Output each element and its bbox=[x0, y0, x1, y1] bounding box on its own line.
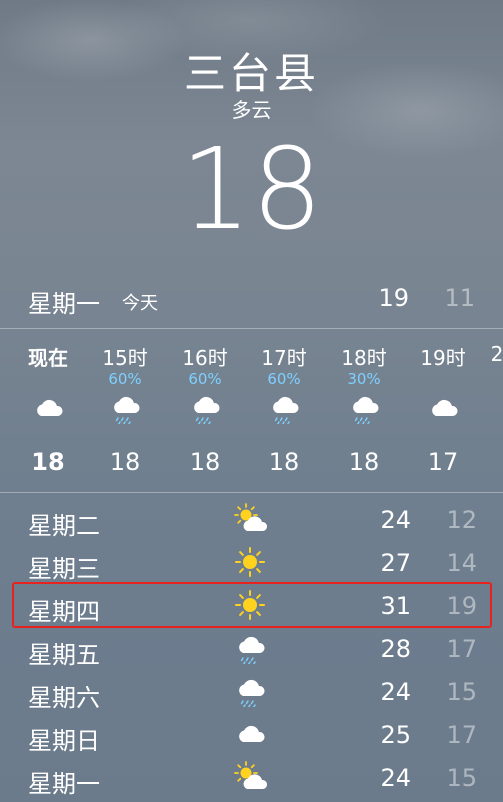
hourly-forecast-strip[interactable]: 现在 18 15时 60% 18 16时 60% 18 17时 60% 18 1… bbox=[0, 330, 503, 492]
rain-cloud-icon bbox=[234, 632, 270, 666]
current-temperature: 18 bbox=[180, 125, 323, 255]
city-name: 三台县 bbox=[183, 49, 319, 98]
daily-row: 星期三 27 14 bbox=[0, 541, 503, 584]
hour-label: 18时 bbox=[341, 346, 387, 370]
day-name: 星期三 bbox=[28, 555, 100, 583]
day-low: 17 bbox=[446, 721, 477, 749]
day-low: 12 bbox=[446, 506, 477, 534]
hour-label: 17时 bbox=[261, 346, 307, 370]
hour-temp: 18 bbox=[189, 448, 221, 476]
hourly-item: 15时 60% 18 bbox=[85, 330, 165, 492]
cloud-icon bbox=[427, 392, 459, 424]
hourly-item-partial: 2 bbox=[457, 330, 503, 492]
rain-cloud-icon bbox=[109, 392, 141, 426]
divider bbox=[0, 492, 503, 493]
day-name: 星期六 bbox=[28, 684, 100, 712]
daily-row: 星期五 28 17 bbox=[0, 627, 503, 670]
partly-sunny-icon bbox=[234, 761, 270, 793]
daily-row: 星期一 24 15 bbox=[0, 756, 503, 799]
rain-cloud-icon bbox=[268, 392, 300, 426]
sun-icon bbox=[234, 546, 270, 578]
today-label: 今天 bbox=[122, 293, 158, 314]
hour-label: 16时 bbox=[182, 346, 228, 370]
daily-row: 星期六 24 15 bbox=[0, 670, 503, 713]
day-name: 星期日 bbox=[28, 727, 100, 755]
daily-row: 星期二 24 12 bbox=[0, 498, 503, 541]
day-high: 27 bbox=[380, 549, 411, 577]
daily-row: 星期日 25 17 bbox=[0, 713, 503, 756]
day-low: 15 bbox=[446, 678, 477, 706]
today-summary-row: 星期一 今天 19 11 bbox=[28, 280, 475, 318]
day-name: 星期二 bbox=[28, 512, 100, 540]
precip-chance: 30% bbox=[347, 370, 381, 388]
rain-cloud-icon bbox=[234, 675, 270, 709]
hourly-item: 现在 18 bbox=[8, 330, 88, 492]
day-high: 24 bbox=[380, 764, 411, 792]
day-low: 15 bbox=[446, 764, 477, 792]
precip-chance: 60% bbox=[267, 370, 301, 388]
rain-cloud-icon bbox=[348, 392, 380, 426]
day-high: 28 bbox=[380, 635, 411, 663]
precip-chance: 60% bbox=[188, 370, 222, 388]
today-low: 11 bbox=[444, 284, 475, 312]
divider bbox=[0, 328, 503, 329]
rain-cloud-icon bbox=[189, 392, 221, 426]
hour-temp: 18 bbox=[268, 448, 300, 476]
cloud-icon bbox=[234, 718, 270, 750]
day-high: 25 bbox=[380, 721, 411, 749]
partly-sunny-icon bbox=[234, 503, 270, 535]
hour-label: 2 bbox=[490, 342, 503, 366]
precip-chance: 60% bbox=[108, 370, 142, 388]
hour-temp: 18 bbox=[31, 448, 65, 476]
day-low: 17 bbox=[446, 635, 477, 663]
day-low: 14 bbox=[446, 549, 477, 577]
hourly-item: 17时 60% 18 bbox=[244, 330, 324, 492]
today-high: 19 bbox=[378, 284, 409, 312]
hour-label: 15时 bbox=[102, 346, 148, 370]
day-name: 星期五 bbox=[28, 641, 100, 669]
today-day: 星期一 bbox=[28, 290, 100, 318]
hour-temp: 18 bbox=[109, 448, 141, 476]
highlight-annotation-box bbox=[12, 582, 492, 628]
hour-label: 现在 bbox=[28, 346, 68, 370]
weather-condition: 多云 bbox=[231, 98, 272, 122]
hourly-item: 18时 30% 18 bbox=[324, 330, 404, 492]
day-high: 24 bbox=[380, 506, 411, 534]
hour-temp: 18 bbox=[348, 448, 380, 476]
day-name: 星期一 bbox=[28, 770, 100, 798]
cloud-icon bbox=[32, 392, 64, 424]
day-high: 24 bbox=[380, 678, 411, 706]
hourly-item: 16时 60% 18 bbox=[165, 330, 245, 492]
